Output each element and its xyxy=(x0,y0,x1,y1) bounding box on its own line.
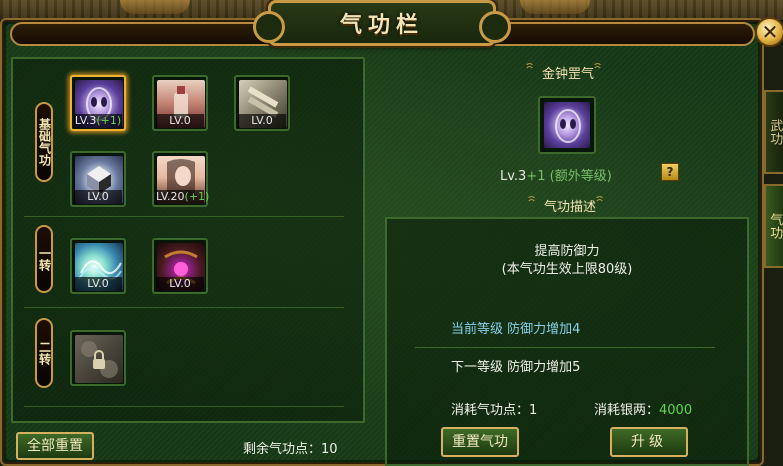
cost-qigong-points: 消耗气功点：1 xyxy=(451,403,538,418)
close-button[interactable]: ✕ xyxy=(755,17,783,47)
side-tab-strip: 武功 气功 xyxy=(764,80,783,320)
level-text: LV.0 xyxy=(251,114,273,127)
help-icon[interactable]: ? xyxy=(661,163,679,181)
level-value: Lv.3 xyxy=(500,169,527,184)
level-text: LV.3 xyxy=(74,114,97,127)
cost-silver-label: 消耗银两： xyxy=(594,403,660,418)
selected-skill-icon-frame xyxy=(538,96,596,154)
skill-slot[interactable]: LV.0 xyxy=(152,75,208,131)
level-text: LV.20 xyxy=(156,190,185,203)
divider xyxy=(24,406,344,407)
current-level-effect: 当前等级 防御力增加4 xyxy=(451,322,581,337)
skill-slot-locked[interactable] xyxy=(70,330,126,386)
level-text: LV.0 xyxy=(169,277,191,290)
category-basic-label: 基础气功 xyxy=(35,102,53,182)
skill-level-label: LV.0 xyxy=(156,114,204,128)
tab-qigong[interactable]: 气功 xyxy=(764,184,783,268)
window-title: 气功栏 xyxy=(339,13,424,38)
skill-level-label: LV.20(+1) xyxy=(156,190,209,204)
divider xyxy=(415,347,715,348)
remaining-points-text: 剩余气功点：10 xyxy=(243,442,338,457)
close-icon: ✕ xyxy=(761,20,779,44)
skill-name-header: ꩰ 金钟罡气 ꩰ xyxy=(498,62,638,82)
next-level-effect: 下一等级 防御力增加5 xyxy=(451,360,581,375)
skill-slot[interactable]: LV.0 xyxy=(70,151,126,207)
tab-label: 武功 xyxy=(767,119,783,145)
reset-skill-button[interactable]: 重置气功 xyxy=(441,427,519,457)
skill-level-label: LV.0 xyxy=(74,277,122,291)
background-ornament xyxy=(520,0,590,14)
category-label: 二转 xyxy=(37,341,52,365)
category-label: 基础气功 xyxy=(37,118,52,166)
tab-label: 气功 xyxy=(767,213,783,239)
skill-slot[interactable]: LV.20(+1) xyxy=(152,151,209,207)
description-subtitle: (本气功生效上限80级) xyxy=(501,262,633,277)
cost-silver: 消耗银两：4000 xyxy=(594,399,692,418)
skill-level-info: Lv.3+1 (额外等级) xyxy=(500,165,612,184)
purple-mask-icon xyxy=(544,102,590,148)
category-first-turn-label: 一转 xyxy=(35,225,53,293)
skill-level-label: LV.0 xyxy=(74,190,122,204)
skill-slot[interactable]: LV.0 xyxy=(152,238,208,294)
level-bonus: (+1) xyxy=(184,190,210,203)
description-header: ꩰ 气功描述 ꩰ xyxy=(500,195,640,215)
skill-name: 金钟罡气 xyxy=(541,66,594,82)
skill-slot[interactable]: LV.0 xyxy=(234,75,290,131)
cost-silver-value: 4000 xyxy=(659,403,693,418)
level-text: LV.0 xyxy=(169,114,191,127)
skill-level-label: LV.0 xyxy=(156,277,204,291)
divider xyxy=(24,216,344,217)
extra-level-value: +1 (额外等级) xyxy=(526,169,612,184)
level-text: LV.0 xyxy=(87,190,109,203)
skill-level-label: LV.3(+1) xyxy=(74,114,122,128)
level-text: LV.0 xyxy=(87,277,109,290)
category-second-turn-label: 二转 xyxy=(35,318,53,388)
reset-all-button[interactable]: 全部重置 xyxy=(16,432,94,460)
description-title: 提高防御力 xyxy=(534,244,600,259)
description-header-label: 气功描述 xyxy=(543,199,596,215)
locked-skill-icon xyxy=(75,335,123,383)
skill-slot-jinzhong[interactable]: LV.3(+1) xyxy=(70,75,126,131)
category-label: 一转 xyxy=(37,247,52,271)
divider xyxy=(24,307,344,308)
level-bonus: (+1) xyxy=(96,114,122,127)
title-plaque: 气功栏 xyxy=(253,0,511,46)
tab-wugong[interactable]: 武功 xyxy=(764,90,783,174)
upgrade-button[interactable]: 升级 xyxy=(610,427,688,457)
skill-slot[interactable]: LV.0 xyxy=(70,238,126,294)
skill-level-label: LV.0 xyxy=(238,114,286,128)
background-ornament xyxy=(120,0,190,14)
